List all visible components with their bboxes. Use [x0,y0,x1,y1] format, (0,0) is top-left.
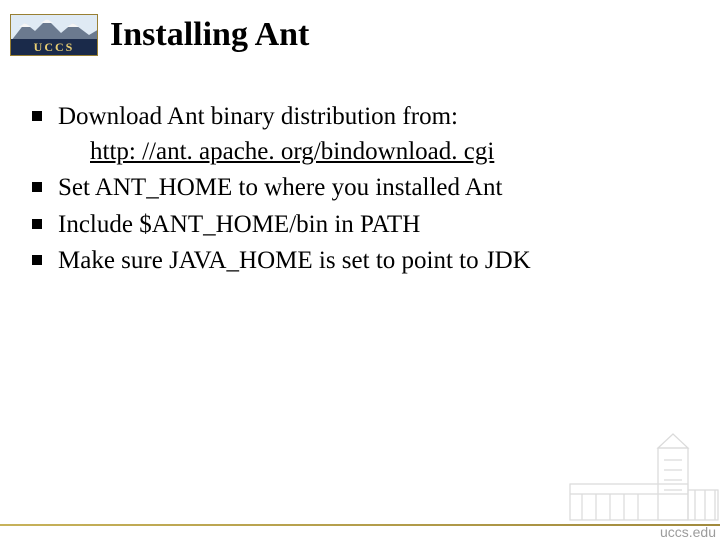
slide: UCCS Installing Ant Download Ant binary … [0,0,720,540]
slide-title: Installing Ant [110,16,309,53]
slide-header: UCCS Installing Ant [0,0,720,66]
bullet-text: Make sure JAVA_HOME is set to point to J… [58,247,531,274]
bullet-text: Include $ANT_HOME/bin in PATH [58,211,420,238]
mountain-icon [11,15,97,39]
bullet-list: Download Ant binary distribution from: h… [30,100,696,279]
logo-text: UCCS [11,39,97,55]
bullet-sub: http: //ant. apache. org/bindownload. cg… [58,135,696,170]
uccs-logo: UCCS [10,14,98,56]
bullet-text: Download Ant binary distribution from: [58,103,458,130]
slide-footer: uccs.edu [0,462,720,540]
list-item: Include $ANT_HOME/bin in PATH [30,208,696,243]
bullet-text: Set ANT_HOME to where you installed Ant [58,174,502,201]
list-item: Make sure JAVA_HOME is set to point to J… [30,244,696,279]
footer-divider [0,524,720,526]
footer-site-text: uccs.edu [660,524,716,540]
list-item: Set ANT_HOME to where you installed Ant [30,171,696,206]
download-link[interactable]: http: //ant. apache. org/bindownload. cg… [90,138,494,165]
list-item: Download Ant binary distribution from: h… [30,100,696,169]
slide-content: Download Ant binary distribution from: h… [0,66,720,279]
